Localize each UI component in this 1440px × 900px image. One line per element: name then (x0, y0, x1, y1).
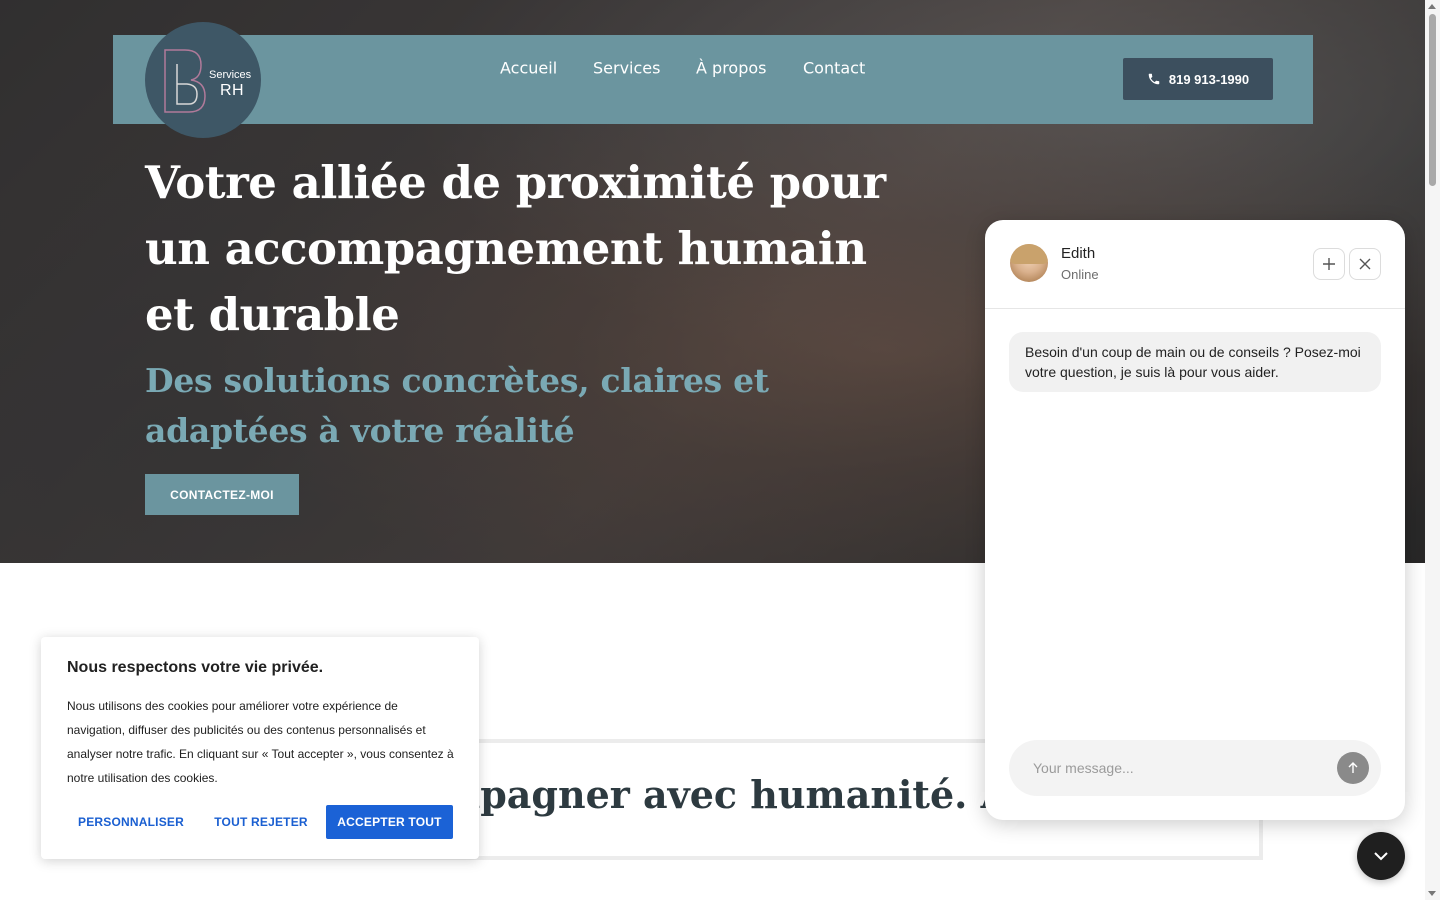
agent-avatar (1010, 244, 1048, 282)
cookie-consent-dialog: Nous respectons votre vie privée. Nous u… (41, 637, 479, 859)
phone-icon (1148, 73, 1160, 85)
hero-title: Votre alliée de proximité pour un accomp… (145, 156, 886, 341)
brand-logo[interactable]: Services RH (145, 22, 261, 138)
hero-subtitle: Des solutions concrètes, claires et adap… (145, 361, 769, 450)
chat-widget: Edith Online Besoin d'un coup de main ou… (985, 220, 1405, 820)
new-chat-button[interactable] (1313, 248, 1345, 280)
scroll-up-arrow-icon[interactable] (1428, 4, 1436, 9)
page-scrollbar[interactable] (1425, 0, 1440, 900)
phone-button[interactable]: 819 913-1990 (1123, 58, 1273, 100)
chat-toggle-button[interactable] (1357, 832, 1405, 880)
cookie-reject-button[interactable]: TOUT REJETER (207, 805, 315, 839)
cookie-accept-button[interactable]: ACCEPTER TOUT (326, 805, 453, 839)
agent-name: Edith (1061, 245, 1096, 262)
nav-services[interactable]: Services (593, 59, 660, 78)
logo-services-text: Services (209, 69, 252, 81)
send-message-button[interactable] (1337, 752, 1369, 784)
contact-cta-button[interactable]: CONTACTEZ-MOI (145, 474, 299, 515)
cookie-title: Nous respectons votre vie privée. (67, 659, 324, 676)
avatar-hair (1010, 244, 1048, 264)
close-chat-button[interactable] (1349, 248, 1381, 280)
logo-rh-text: RH (220, 82, 245, 99)
agent-message-bubble: Besoin d'un coup de main ou de conseils … (1009, 332, 1381, 392)
arrow-up-icon (1348, 762, 1358, 773)
close-icon (1359, 258, 1371, 270)
agent-status: Online (1061, 267, 1099, 282)
nav-contact[interactable]: Contact (803, 59, 865, 78)
nav-accueil[interactable]: Accueil (500, 59, 557, 78)
nav-a-propos[interactable]: À propos (696, 59, 766, 78)
scroll-down-arrow-icon[interactable] (1428, 891, 1436, 896)
chat-message-input[interactable] (1009, 740, 1381, 796)
scroll-thumb[interactable] (1429, 14, 1436, 186)
plus-icon (1323, 258, 1335, 270)
chat-header: Edith Online (985, 220, 1405, 309)
cookie-body: Nous utilisons des cookies pour améliore… (67, 699, 454, 785)
tagline-text: mpagner avec humanité. Agir (440, 772, 1072, 817)
cookie-customize-button[interactable]: PERSONNALISER (68, 805, 194, 839)
chevron-down-icon (1374, 852, 1388, 861)
phone-number: 819 913-1990 (1168, 71, 1250, 87)
